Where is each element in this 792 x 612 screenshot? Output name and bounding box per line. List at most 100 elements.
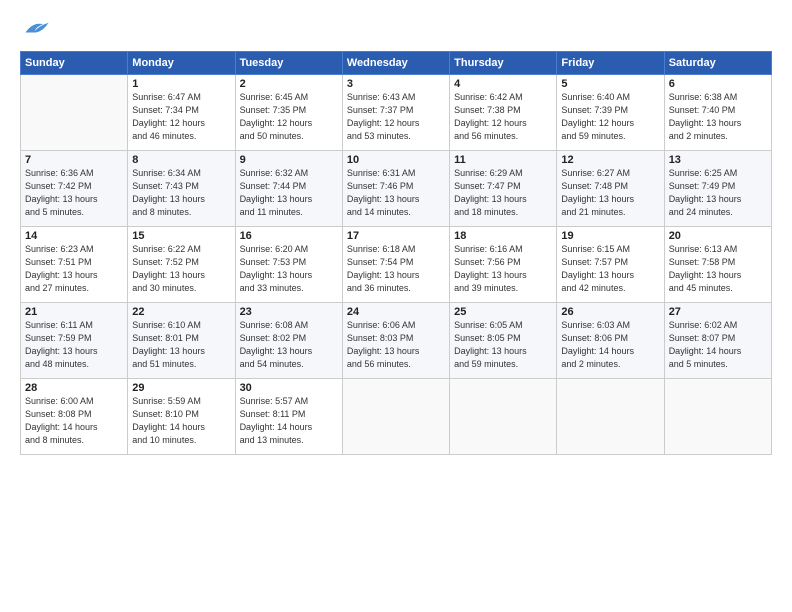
header-cell-tuesday: Tuesday (235, 52, 342, 75)
calendar-cell: 6Sunrise: 6:38 AM Sunset: 7:40 PM Daylig… (664, 75, 771, 151)
day-number: 29 (132, 382, 230, 394)
week-row-1: 1Sunrise: 6:47 AM Sunset: 7:34 PM Daylig… (21, 75, 772, 151)
header-row: SundayMondayTuesdayWednesdayThursdayFrid… (21, 52, 772, 75)
header (20, 18, 772, 45)
day-info: Sunrise: 6:29 AM Sunset: 7:47 PM Dayligh… (454, 167, 552, 219)
logo-bird-icon (22, 18, 50, 40)
day-info: Sunrise: 6:36 AM Sunset: 7:42 PM Dayligh… (25, 167, 123, 219)
calendar-cell (557, 379, 664, 455)
day-number: 17 (347, 230, 445, 242)
day-number: 14 (25, 230, 123, 242)
calendar-cell: 5Sunrise: 6:40 AM Sunset: 7:39 PM Daylig… (557, 75, 664, 151)
day-number: 11 (454, 154, 552, 166)
day-number: 27 (669, 306, 767, 318)
day-number: 24 (347, 306, 445, 318)
day-info: Sunrise: 5:57 AM Sunset: 8:11 PM Dayligh… (240, 395, 338, 447)
calendar-table: SundayMondayTuesdayWednesdayThursdayFrid… (20, 51, 772, 455)
calendar-cell: 25Sunrise: 6:05 AM Sunset: 8:05 PM Dayli… (450, 303, 557, 379)
day-info: Sunrise: 6:08 AM Sunset: 8:02 PM Dayligh… (240, 319, 338, 371)
day-info: Sunrise: 6:32 AM Sunset: 7:44 PM Dayligh… (240, 167, 338, 219)
day-info: Sunrise: 6:16 AM Sunset: 7:56 PM Dayligh… (454, 243, 552, 295)
calendar-cell: 23Sunrise: 6:08 AM Sunset: 8:02 PM Dayli… (235, 303, 342, 379)
day-info: Sunrise: 6:38 AM Sunset: 7:40 PM Dayligh… (669, 91, 767, 143)
week-row-5: 28Sunrise: 6:00 AM Sunset: 8:08 PM Dayli… (21, 379, 772, 455)
calendar-cell: 30Sunrise: 5:57 AM Sunset: 8:11 PM Dayli… (235, 379, 342, 455)
day-info: Sunrise: 6:03 AM Sunset: 8:06 PM Dayligh… (561, 319, 659, 371)
calendar-header: SundayMondayTuesdayWednesdayThursdayFrid… (21, 52, 772, 75)
calendar-cell (21, 75, 128, 151)
header-cell-sunday: Sunday (21, 52, 128, 75)
day-number: 20 (669, 230, 767, 242)
week-row-2: 7Sunrise: 6:36 AM Sunset: 7:42 PM Daylig… (21, 151, 772, 227)
day-number: 13 (669, 154, 767, 166)
day-number: 22 (132, 306, 230, 318)
day-number: 28 (25, 382, 123, 394)
calendar-cell: 20Sunrise: 6:13 AM Sunset: 7:58 PM Dayli… (664, 227, 771, 303)
day-info: Sunrise: 6:22 AM Sunset: 7:52 PM Dayligh… (132, 243, 230, 295)
day-number: 21 (25, 306, 123, 318)
day-info: Sunrise: 6:34 AM Sunset: 7:43 PM Dayligh… (132, 167, 230, 219)
day-info: Sunrise: 6:31 AM Sunset: 7:46 PM Dayligh… (347, 167, 445, 219)
day-number: 16 (240, 230, 338, 242)
header-cell-saturday: Saturday (664, 52, 771, 75)
day-number: 30 (240, 382, 338, 394)
day-number: 25 (454, 306, 552, 318)
calendar-cell: 11Sunrise: 6:29 AM Sunset: 7:47 PM Dayli… (450, 151, 557, 227)
day-info: Sunrise: 6:02 AM Sunset: 8:07 PM Dayligh… (669, 319, 767, 371)
day-info: Sunrise: 6:00 AM Sunset: 8:08 PM Dayligh… (25, 395, 123, 447)
calendar-cell: 29Sunrise: 5:59 AM Sunset: 8:10 PM Dayli… (128, 379, 235, 455)
day-number: 3 (347, 78, 445, 90)
calendar-cell: 9Sunrise: 6:32 AM Sunset: 7:44 PM Daylig… (235, 151, 342, 227)
calendar-cell: 22Sunrise: 6:10 AM Sunset: 8:01 PM Dayli… (128, 303, 235, 379)
day-info: Sunrise: 6:11 AM Sunset: 7:59 PM Dayligh… (25, 319, 123, 371)
day-number: 19 (561, 230, 659, 242)
week-row-3: 14Sunrise: 6:23 AM Sunset: 7:51 PM Dayli… (21, 227, 772, 303)
calendar-cell: 19Sunrise: 6:15 AM Sunset: 7:57 PM Dayli… (557, 227, 664, 303)
calendar-cell: 24Sunrise: 6:06 AM Sunset: 8:03 PM Dayli… (342, 303, 449, 379)
day-number: 18 (454, 230, 552, 242)
day-number: 7 (25, 154, 123, 166)
calendar-cell: 21Sunrise: 6:11 AM Sunset: 7:59 PM Dayli… (21, 303, 128, 379)
calendar-body: 1Sunrise: 6:47 AM Sunset: 7:34 PM Daylig… (21, 75, 772, 455)
calendar-cell (342, 379, 449, 455)
calendar-cell: 10Sunrise: 6:31 AM Sunset: 7:46 PM Dayli… (342, 151, 449, 227)
calendar-cell: 12Sunrise: 6:27 AM Sunset: 7:48 PM Dayli… (557, 151, 664, 227)
day-info: Sunrise: 6:18 AM Sunset: 7:54 PM Dayligh… (347, 243, 445, 295)
header-cell-thursday: Thursday (450, 52, 557, 75)
day-number: 6 (669, 78, 767, 90)
calendar-page: SundayMondayTuesdayWednesdayThursdayFrid… (0, 0, 792, 612)
day-number: 5 (561, 78, 659, 90)
day-info: Sunrise: 6:27 AM Sunset: 7:48 PM Dayligh… (561, 167, 659, 219)
calendar-cell: 7Sunrise: 6:36 AM Sunset: 7:42 PM Daylig… (21, 151, 128, 227)
day-info: Sunrise: 6:13 AM Sunset: 7:58 PM Dayligh… (669, 243, 767, 295)
calendar-cell: 13Sunrise: 6:25 AM Sunset: 7:49 PM Dayli… (664, 151, 771, 227)
day-info: Sunrise: 6:45 AM Sunset: 7:35 PM Dayligh… (240, 91, 338, 143)
day-number: 2 (240, 78, 338, 90)
header-cell-friday: Friday (557, 52, 664, 75)
calendar-cell: 16Sunrise: 6:20 AM Sunset: 7:53 PM Dayli… (235, 227, 342, 303)
calendar-cell: 1Sunrise: 6:47 AM Sunset: 7:34 PM Daylig… (128, 75, 235, 151)
calendar-cell: 2Sunrise: 6:45 AM Sunset: 7:35 PM Daylig… (235, 75, 342, 151)
calendar-cell: 14Sunrise: 6:23 AM Sunset: 7:51 PM Dayli… (21, 227, 128, 303)
day-number: 8 (132, 154, 230, 166)
header-cell-monday: Monday (128, 52, 235, 75)
day-number: 26 (561, 306, 659, 318)
calendar-cell: 15Sunrise: 6:22 AM Sunset: 7:52 PM Dayli… (128, 227, 235, 303)
day-info: Sunrise: 6:20 AM Sunset: 7:53 PM Dayligh… (240, 243, 338, 295)
calendar-cell (664, 379, 771, 455)
day-info: Sunrise: 6:06 AM Sunset: 8:03 PM Dayligh… (347, 319, 445, 371)
day-info: Sunrise: 6:47 AM Sunset: 7:34 PM Dayligh… (132, 91, 230, 143)
calendar-cell: 3Sunrise: 6:43 AM Sunset: 7:37 PM Daylig… (342, 75, 449, 151)
day-info: Sunrise: 6:43 AM Sunset: 7:37 PM Dayligh… (347, 91, 445, 143)
day-number: 9 (240, 154, 338, 166)
day-info: Sunrise: 5:59 AM Sunset: 8:10 PM Dayligh… (132, 395, 230, 447)
calendar-cell: 26Sunrise: 6:03 AM Sunset: 8:06 PM Dayli… (557, 303, 664, 379)
calendar-cell (450, 379, 557, 455)
day-info: Sunrise: 6:23 AM Sunset: 7:51 PM Dayligh… (25, 243, 123, 295)
day-info: Sunrise: 6:40 AM Sunset: 7:39 PM Dayligh… (561, 91, 659, 143)
day-number: 15 (132, 230, 230, 242)
calendar-cell: 18Sunrise: 6:16 AM Sunset: 7:56 PM Dayli… (450, 227, 557, 303)
day-info: Sunrise: 6:42 AM Sunset: 7:38 PM Dayligh… (454, 91, 552, 143)
day-number: 23 (240, 306, 338, 318)
day-number: 4 (454, 78, 552, 90)
